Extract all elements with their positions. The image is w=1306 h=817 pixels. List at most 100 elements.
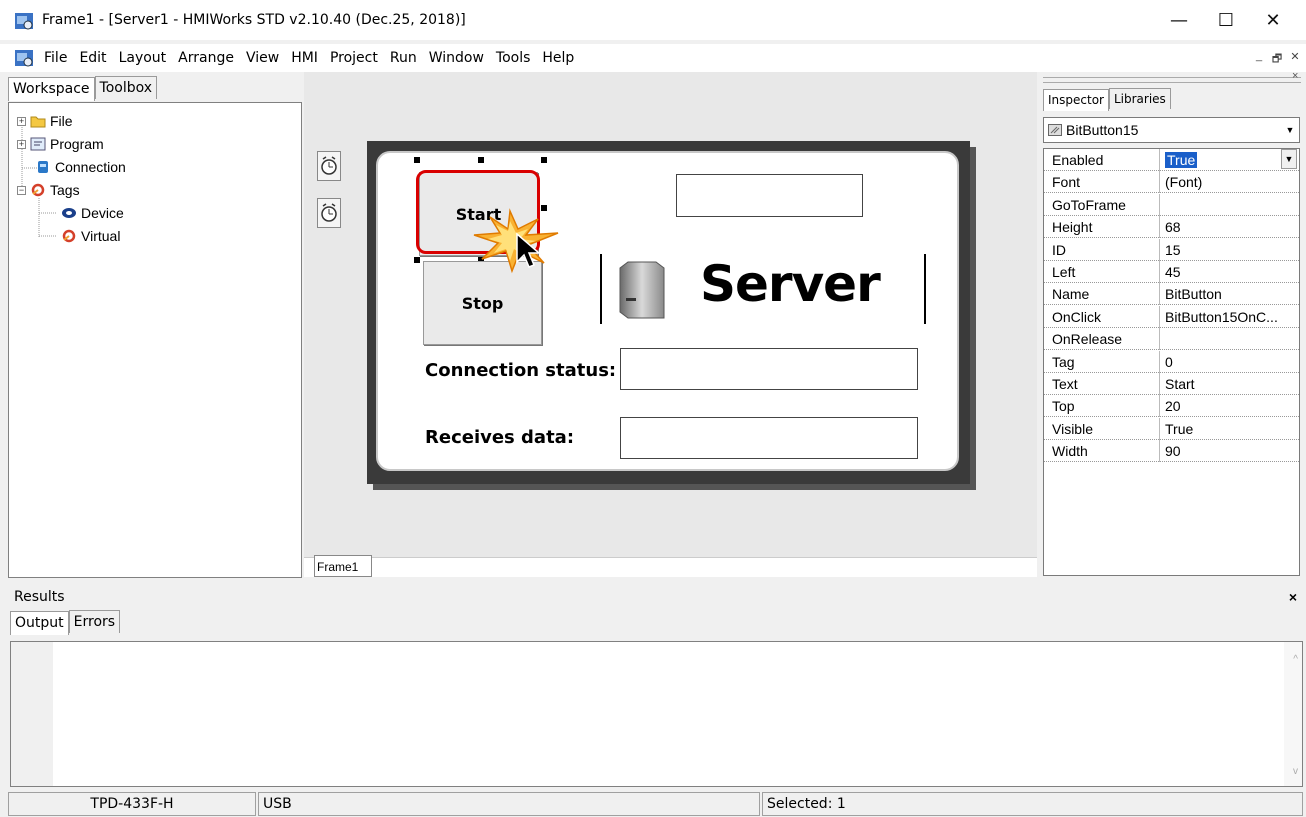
property-value-text: 68 [1165, 219, 1181, 236]
property-row-top[interactable]: Top 20 [1044, 395, 1299, 418]
tree-item-label: Virtual [81, 228, 121, 244]
menu-item-tools[interactable]: Tools [496, 50, 531, 66]
server-divider [600, 254, 602, 324]
column-divider [1159, 440, 1160, 463]
column-divider [1159, 395, 1160, 418]
scroll-up-icon[interactable]: ^ [1293, 654, 1298, 665]
inspector-close-icon[interactable]: × [1292, 70, 1298, 82]
chevron-down-icon[interactable]: ▼ [1282, 119, 1298, 141]
inspector-tabs: Inspector Libraries [1043, 88, 1171, 111]
tree-item-program[interactable]: + Program [17, 136, 104, 152]
selection-handle[interactable] [414, 157, 420, 163]
property-row-height[interactable]: Height 68 [1044, 216, 1299, 239]
mdi-controls: _ 🗗 ✕ [1252, 50, 1302, 69]
property-value[interactable]: 15 [1165, 242, 1297, 258]
tab-output[interactable]: Output [10, 611, 69, 635]
object-selector[interactable]: BitButton15 ▼ [1043, 117, 1300, 143]
inspector-grip[interactable] [1043, 77, 1301, 83]
collapse-icon[interactable]: − [17, 185, 26, 195]
menu-item-project[interactable]: Project [330, 50, 378, 66]
property-row-text[interactable]: Text Start [1044, 373, 1299, 395]
menu-item-view[interactable]: View [246, 50, 279, 66]
display-box[interactable] [676, 174, 863, 217]
property-value[interactable]: True [1165, 152, 1297, 168]
property-row-enabled[interactable]: Enabled True ▼ [1044, 149, 1299, 171]
property-row-width[interactable]: Width 90 [1044, 440, 1299, 463]
tree-item-virtual[interactable]: Virtual [61, 228, 120, 244]
connection-status-label[interactable]: Connection status: [425, 360, 616, 381]
property-row-font[interactable]: Font (Font) [1044, 171, 1299, 194]
property-name: Enabled [1052, 152, 1104, 168]
receives-data-label[interactable]: Receives data: [425, 427, 574, 448]
selection-handle[interactable] [414, 257, 420, 263]
mdi-minimize-button[interactable]: _ [1252, 50, 1266, 69]
menu-item-window[interactable]: Window [429, 50, 484, 66]
chevron-down-icon[interactable]: ▼ [1281, 149, 1297, 169]
property-row-id[interactable]: ID 15 [1044, 238, 1299, 261]
tab-errors[interactable]: Errors [68, 610, 121, 633]
connection-status-box[interactable] [620, 348, 918, 390]
property-value[interactable]: 45 [1165, 264, 1297, 280]
column-divider [1159, 417, 1160, 440]
selection-handle[interactable] [541, 157, 547, 163]
property-value[interactable]: 20 [1165, 398, 1297, 414]
column-divider [1159, 149, 1160, 171]
receives-data-box[interactable] [620, 417, 918, 459]
menu-item-help[interactable]: Help [542, 50, 574, 66]
alarm-clock-icon [321, 203, 337, 222]
mdi-restore-button[interactable]: 🗗 [1270, 50, 1284, 69]
results-close-icon[interactable]: × [1289, 589, 1297, 605]
tab-inspector[interactable]: Inspector [1043, 89, 1109, 111]
property-value[interactable]: Start [1165, 376, 1297, 392]
column-divider [1159, 305, 1160, 328]
results-title: Results [14, 589, 65, 605]
property-row-name[interactable]: Name BitButton [1044, 283, 1299, 306]
expander-icon[interactable]: + [17, 139, 26, 149]
property-row-onclick[interactable]: OnClick BitButton15OnC... [1044, 305, 1299, 328]
menu-item-edit[interactable]: Edit [79, 50, 106, 66]
tab-workspace[interactable]: Workspace [8, 77, 95, 101]
property-value-text: 90 [1165, 443, 1181, 460]
selection-handle[interactable] [478, 157, 484, 163]
app-menu-icon[interactable] [14, 49, 34, 67]
tree-item-tags[interactable]: − Tags [17, 182, 80, 198]
property-row-onrelease[interactable]: OnRelease [1044, 328, 1299, 351]
property-row-gotoframe[interactable]: GoToFrame [1044, 193, 1299, 216]
mdi-close-button[interactable]: ✕ [1288, 50, 1302, 69]
property-value[interactable]: 0 [1165, 354, 1297, 370]
property-row-visible[interactable]: Visible True [1044, 417, 1299, 440]
tree-item-label: File [50, 113, 73, 129]
tab-libraries[interactable]: Libraries [1108, 88, 1171, 109]
tree-item-label: Device [81, 205, 124, 221]
scroll-down-icon[interactable]: v [1293, 766, 1298, 777]
property-value-text: Start [1165, 376, 1195, 392]
close-button[interactable]: ✕ [1250, 0, 1296, 40]
tree-item-device[interactable]: Device [61, 205, 124, 221]
tree-item-connection[interactable]: Connection [35, 159, 126, 175]
menu-item-file[interactable]: File [44, 50, 67, 66]
property-value[interactable]: BitButton15OnC... [1165, 309, 1297, 325]
tab-frame1[interactable]: Frame1 [314, 555, 372, 577]
output-pane[interactable]: ^ v [10, 641, 1303, 787]
timer-tool-button[interactable] [317, 198, 341, 228]
property-value[interactable]: 90 [1165, 443, 1297, 459]
property-value[interactable]: BitButton [1165, 286, 1297, 302]
property-value[interactable]: True [1165, 421, 1297, 437]
property-row-tag[interactable]: Tag 0 [1044, 350, 1299, 373]
tags-icon [31, 183, 45, 197]
menu-item-arrange[interactable]: Arrange [178, 50, 234, 66]
server-label[interactable]: Server [700, 255, 881, 313]
maximize-button[interactable]: ☐ [1203, 0, 1249, 40]
property-row-left[interactable]: Left 45 [1044, 261, 1299, 283]
property-value[interactable]: 68 [1165, 219, 1297, 235]
tab-toolbox[interactable]: Toolbox [94, 76, 158, 99]
property-grid: Enabled True ▼ Font (Font) GoToFrame Height 68 I… [1043, 148, 1300, 576]
expander-icon[interactable]: + [17, 116, 26, 126]
tree-item-file[interactable]: + File [17, 113, 73, 129]
menu-item-layout[interactable]: Layout [119, 50, 167, 66]
minimize-button[interactable]: — [1156, 0, 1202, 40]
menu-item-hmi[interactable]: HMI [291, 50, 318, 66]
property-value[interactable]: (Font) [1165, 174, 1297, 190]
timer-tool-button[interactable] [317, 151, 341, 181]
menu-item-run[interactable]: Run [390, 50, 417, 66]
